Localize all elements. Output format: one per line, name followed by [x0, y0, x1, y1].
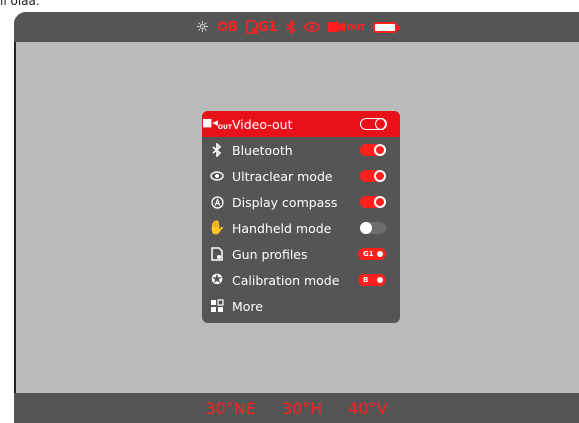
gun-profile-icon: [202, 247, 232, 261]
gun-profile-status-label: G1: [257, 19, 278, 35]
video-out-status: OUT: [327, 21, 366, 33]
horizontal-angle-readout: 30°H: [281, 398, 323, 418]
gun-profile-value[interactable]: G1: [358, 248, 386, 260]
vertical-angle-readout: 40°V: [348, 398, 388, 418]
video-out-status-label: OUT: [346, 22, 366, 32]
menu-item-video-out[interactable]: ■◂OUT Video-out: [202, 111, 400, 137]
eye-icon: [202, 171, 232, 181]
video-out-icon: ■◂OUT: [202, 116, 232, 132]
battery-icon: [373, 21, 401, 33]
bluetooth-toggle[interactable]: [360, 144, 386, 156]
calibration-value[interactable]: B: [358, 274, 386, 286]
menu-item-label: More: [232, 298, 263, 314]
calibration-icon: ✪: [211, 272, 223, 288]
bluetooth-icon: [286, 20, 296, 34]
eye-icon: [303, 22, 320, 32]
ultraclear-toggle[interactable]: [360, 170, 386, 182]
calibration-status: ✪ B: [217, 20, 238, 35]
gun-profile-icon: [246, 20, 258, 34]
menu-item-calibration-mode[interactable]: ✪ Calibration mode B: [202, 267, 400, 293]
menu-item-bluetooth[interactable]: Bluetooth: [202, 137, 400, 163]
status-bar: ☼ ✪ B G1 OUT: [14, 12, 579, 42]
menu-item-handheld-mode[interactable]: ✋ Handheld mode: [202, 215, 400, 241]
video-out-icon: [327, 22, 345, 32]
heading-readout: 30°NE: [205, 398, 256, 418]
brightness-icon: ☼: [195, 18, 210, 36]
calibration-status-label: B: [227, 19, 238, 35]
compass-toggle[interactable]: [360, 196, 386, 208]
menu-item-gun-profiles[interactable]: Gun profiles G1: [202, 241, 400, 267]
quick-menu: ■◂OUT Video-out Bluetooth Ultraclear mod…: [202, 111, 400, 323]
handheld-toggle[interactable]: [360, 222, 386, 234]
device-screen: ☼ ✪ B G1 OUT ■◂OUT Video-out Bluetooth U…: [14, 12, 579, 423]
more-icon: [202, 299, 232, 313]
video-out-toggle[interactable]: [360, 117, 387, 130]
bottom-bar: 30°NE 30°H 40°V: [14, 393, 579, 423]
calibration-icon: ✪: [217, 19, 228, 35]
gun-profile-status: G1: [246, 20, 278, 35]
menu-item-more[interactable]: More: [202, 293, 400, 319]
bluetooth-icon: [202, 143, 232, 157]
corner-label: ii olaa.: [0, 0, 40, 8]
menu-item-display-compass[interactable]: Display compass: [202, 189, 400, 215]
hand-icon: ✋: [208, 220, 226, 236]
menu-item-ultraclear-mode[interactable]: Ultraclear mode: [202, 163, 400, 189]
compass-icon: [202, 195, 232, 209]
